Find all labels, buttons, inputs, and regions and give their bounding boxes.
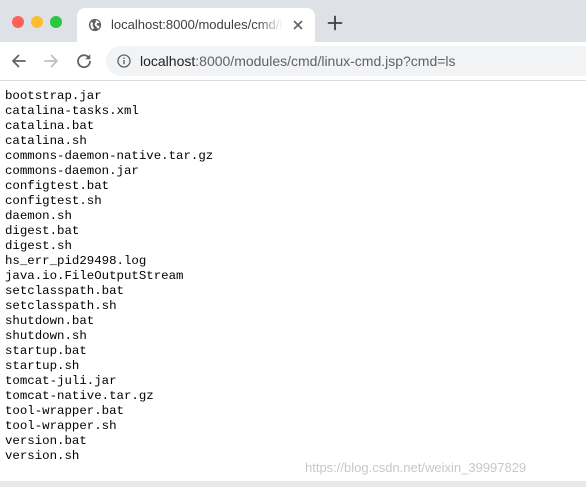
list-item: setclasspath.bat <box>5 284 124 298</box>
arrow-left-icon[interactable] <box>9 51 29 71</box>
url-path: :8000/modules/cmd/linux-cmd.jsp?cmd=ls <box>195 53 456 69</box>
list-item: shutdown.bat <box>5 314 95 328</box>
list-item: shutdown.sh <box>5 329 87 343</box>
list-item: daemon.sh <box>5 209 72 223</box>
url-text[interactable]: localhost:8000/modules/cmd/linux-cmd.jsp… <box>140 53 456 69</box>
list-item: tomcat-juli.jar <box>5 374 117 388</box>
list-item: configtest.sh <box>5 194 102 208</box>
window-maximize-button[interactable] <box>50 16 62 28</box>
tab-title: localhost:8000/modules/cmd/linux-cmd.jsp… <box>111 17 283 32</box>
address-bar[interactable]: localhost:8000/modules/cmd/linux-cmd.jsp… <box>106 46 586 76</box>
list-item: startup.sh <box>5 359 80 373</box>
list-item: catalina.sh <box>5 134 87 148</box>
tab-strip: localhost:8000/modules/cmd/linux-cmd.jsp… <box>0 0 586 42</box>
list-item: commons-daemon-native.tar.gz <box>5 149 214 163</box>
list-item: version.bat <box>5 434 87 448</box>
list-item: tool-wrapper.bat <box>5 404 124 418</box>
info-icon[interactable] <box>117 54 131 68</box>
window-minimize-button[interactable] <box>31 16 43 28</box>
toolbar: localhost:8000/modules/cmd/linux-cmd.jsp… <box>0 42 586 80</box>
close-icon[interactable] <box>291 18 305 32</box>
list-item: tool-wrapper.sh <box>5 419 117 433</box>
url-host: localhost <box>140 53 196 69</box>
arrow-right-icon[interactable] <box>41 51 61 71</box>
list-item: digest.bat <box>5 224 80 238</box>
file-list: bootstrap.jar catalina-tasks.xml catalin… <box>5 89 213 464</box>
list-item: java.io.FileOutputStream <box>5 269 184 283</box>
browser-window: localhost:8000/modules/cmd/linux-cmd.jsp… <box>0 0 586 487</box>
list-item: catalina.bat <box>5 119 95 133</box>
list-item: startup.bat <box>5 344 87 358</box>
list-item: digest.sh <box>5 239 72 253</box>
plus-icon[interactable] <box>327 15 343 31</box>
watermark: https://blog.csdn.net/weixin_39997829 <box>305 460 527 475</box>
list-item: version.sh <box>5 449 80 463</box>
window-close-button[interactable] <box>12 16 24 28</box>
list-item: configtest.bat <box>5 179 110 193</box>
window-bottom-edge <box>0 481 586 487</box>
globe-icon <box>88 18 102 32</box>
tab-active[interactable]: localhost:8000/modules/cmd/linux-cmd.jsp… <box>77 8 315 42</box>
list-item: setclasspath.sh <box>5 299 117 313</box>
list-item: hs_err_pid29498.log <box>5 254 147 268</box>
list-item: bootstrap.jar <box>5 89 102 103</box>
list-item: tomcat-native.tar.gz <box>5 389 154 403</box>
reload-icon[interactable] <box>74 51 94 71</box>
page-content: bootstrap.jar catalina-tasks.xml catalin… <box>0 81 586 481</box>
list-item: catalina-tasks.xml <box>5 104 139 118</box>
list-item: commons-daemon.jar <box>5 164 139 178</box>
